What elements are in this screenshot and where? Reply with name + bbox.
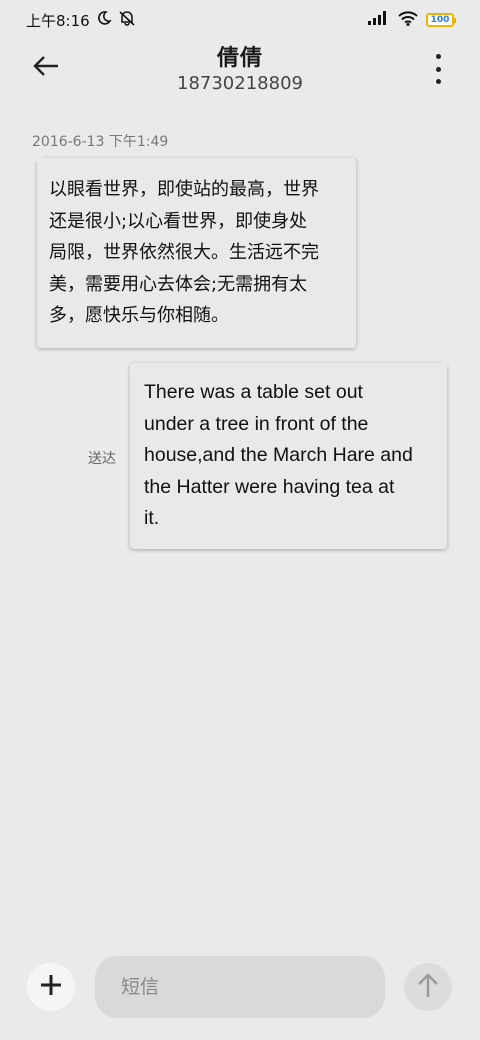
message-line: house,and the March Hare and (144, 444, 413, 466)
message-line: under a tree in front of the (144, 412, 369, 435)
message-line: it. (144, 507, 160, 529)
status-right: 100 (368, 10, 456, 30)
battery-level: 100 (430, 15, 450, 25)
status-bar: 上午8:16 100 (0, 0, 480, 40)
more-vertical-icon (435, 54, 441, 59)
send-button[interactable] (404, 963, 452, 1011)
plus-icon (39, 973, 63, 1001)
signal-icon (368, 11, 390, 29)
message-line: 美，需要用心去体会;无需拥有太 (49, 273, 308, 295)
status-left: 上午8:16 (26, 10, 136, 31)
moon-icon (96, 10, 112, 30)
more-vertical-icon (435, 66, 441, 72)
message-line: 还是很小;以心看世界，即使身处 (49, 210, 308, 232)
message-line: 多，愿快乐与你相随。 (49, 305, 229, 326)
message-line: 以眼看世界，即使站的最高，世界 (49, 179, 319, 200)
arrow-up-icon (417, 972, 439, 1002)
battery-icon: 100 (426, 13, 456, 27)
message-line: There was a table set out (144, 381, 363, 403)
more-options-button[interactable] (426, 54, 450, 84)
delivery-status: 送达 (88, 451, 116, 467)
conversation-header: 倩倩 18730218809 (0, 40, 480, 100)
message-input[interactable] (95, 956, 385, 1018)
add-attachment-button[interactable] (27, 963, 75, 1011)
messaging-screen: 上午8:16 100 倩倩 18730218809 2016-6-13 下午1:… (0, 0, 480, 1040)
message-timestamp: 2016-6-13 下午1:49 (32, 134, 169, 150)
message-line: the Hatter were having tea at (144, 475, 395, 498)
status-time: 上午8:16 (26, 11, 90, 30)
outgoing-message-bubble[interactable]: There was a table set out under a tree i… (130, 363, 447, 549)
mute-notifications-icon (118, 10, 136, 30)
contact-number: 18730218809 (177, 73, 303, 94)
contact-name: 倩倩 (216, 46, 263, 71)
more-vertical-icon (435, 79, 441, 84)
message-line: 局限，世界依然很大。生活远不完 (49, 242, 319, 263)
wifi-icon (398, 10, 418, 30)
incoming-message-bubble[interactable]: 以眼看世界，即使站的最高，世界 还是很小;以心看世界，即使身处 局限，世界依然很… (37, 158, 356, 348)
